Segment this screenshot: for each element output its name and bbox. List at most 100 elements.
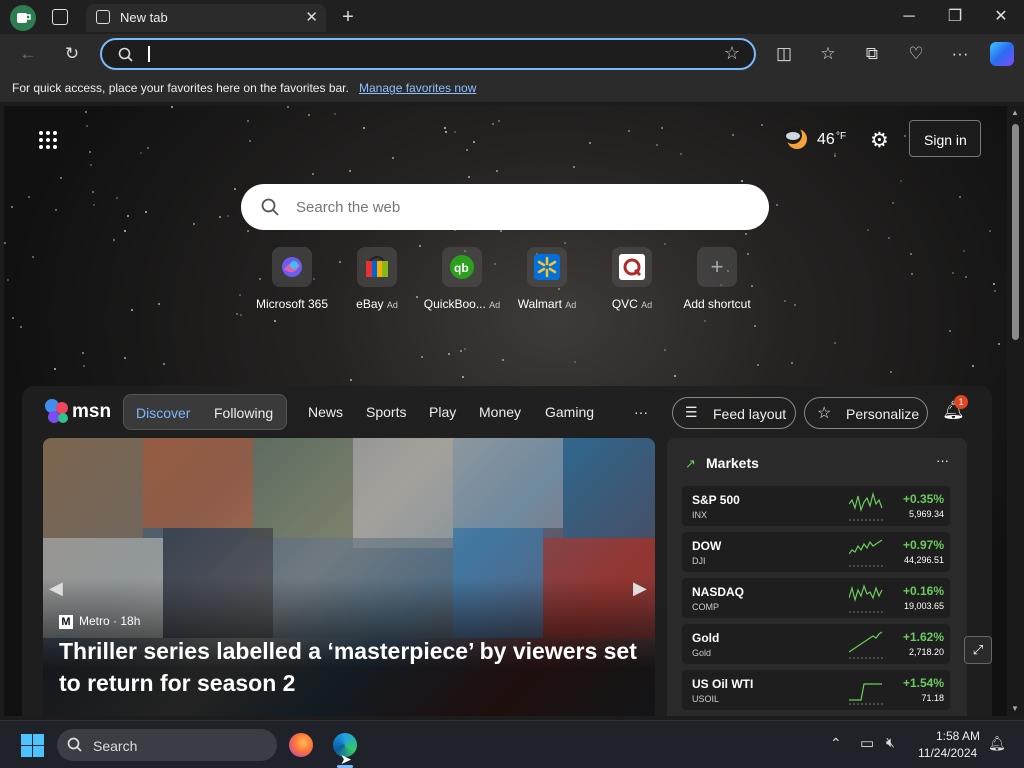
- restore-icon[interactable]: ❐: [940, 6, 970, 28]
- market-row[interactable]: Gold Gold +1.62% 2,718.20: [682, 624, 950, 664]
- back-icon[interactable]: ←: [16, 42, 40, 66]
- clock-date[interactable]: 11/24/2024: [918, 746, 977, 760]
- market-name: Gold: [692, 631, 720, 645]
- favorite-star-icon[interactable]: ☆: [724, 43, 740, 64]
- windows-start-icon[interactable]: [21, 734, 44, 757]
- nav-news[interactable]: News: [308, 404, 343, 420]
- expand-icon[interactable]: ⤢: [964, 636, 992, 664]
- ad-badge: Ad: [489, 300, 501, 310]
- feed-layout-button[interactable]: ☰ Feed layout: [672, 397, 796, 429]
- market-change: +1.62%: [902, 630, 944, 644]
- sign-in-label: Sign in: [924, 132, 967, 148]
- manage-favorites-link[interactable]: Manage favorites now: [359, 81, 476, 95]
- profile-icon[interactable]: [10, 5, 36, 31]
- markets-more-icon[interactable]: ···: [936, 453, 949, 468]
- settings-gear-icon[interactable]: ⚙: [870, 128, 889, 153]
- personalize-button[interactable]: ☆ Personalize: [804, 397, 928, 429]
- carousel-prev-icon[interactable]: ◀: [49, 578, 63, 599]
- more-icon[interactable]: ···: [948, 42, 972, 66]
- qvc-icon: [612, 247, 652, 287]
- favorites-icon[interactable]: ☆: [816, 42, 840, 66]
- network-icon[interactable]: ▭: [860, 734, 874, 752]
- tile-walmart[interactable]: Walmart Ad: [502, 247, 592, 311]
- browser-essentials-icon[interactable]: ♡: [904, 42, 928, 66]
- market-symbol: USOIL: [692, 694, 720, 704]
- article-source: Metro: [79, 614, 110, 628]
- firefox-icon[interactable]: [289, 733, 313, 757]
- feed-layout-label: Feed layout: [713, 406, 787, 422]
- tile-qvc[interactable]: QVC Ad: [587, 247, 677, 311]
- copilot-icon[interactable]: [990, 42, 1014, 66]
- tab-following[interactable]: Following: [214, 405, 273, 421]
- notifications-bell-icon[interactable]: 🔔︎ 1: [942, 395, 968, 421]
- market-symbol: DJI: [692, 556, 706, 566]
- weather-widget[interactable]: 46 °F: [784, 126, 854, 154]
- new-tab-page: 46 °F ⚙ Sign in Search the web Microsoft…: [4, 106, 1007, 716]
- market-row[interactable]: DOW DJI +0.97% 44,296.51: [682, 532, 950, 572]
- close-window-icon[interactable]: ✕: [986, 6, 1016, 28]
- market-change: +0.35%: [902, 492, 944, 506]
- markets-widget: ↗ Markets ··· S&P 500 INX +0.35% 5,969.34 DO…: [667, 438, 967, 716]
- scrollbar-thumb[interactable]: [1012, 124, 1019, 340]
- tile-add-shortcut[interactable]: + Add shortcut: [672, 247, 762, 311]
- taskbar-search[interactable]: Search: [57, 729, 277, 761]
- hero-article[interactable]: ◀ ▶ M Metro · 18h Thriller series labelle…: [43, 438, 655, 716]
- tab-actions-icon[interactable]: [52, 9, 68, 25]
- tile-microsoft-365[interactable]: Microsoft 365: [247, 247, 337, 311]
- ad-badge: Ad: [386, 300, 398, 310]
- personalize-label: Personalize: [846, 406, 920, 422]
- market-value: 44,296.51: [903, 555, 944, 565]
- tile-quickbooks[interactable]: qb QuickBoo... Ad: [417, 247, 507, 311]
- market-sparkline: [849, 683, 883, 705]
- carousel-next-icon[interactable]: ▶: [633, 578, 647, 599]
- msn-logo[interactable]: msn: [44, 398, 114, 426]
- tile-label: QVC: [611, 297, 638, 311]
- web-search-box[interactable]: Search the web: [241, 184, 769, 230]
- msn-feed: msn Discover Following News Sports Play …: [22, 386, 992, 716]
- market-name: S&P 500: [692, 493, 740, 507]
- address-bar[interactable]: ☆: [100, 38, 756, 70]
- ad-badge: Ad: [641, 300, 653, 310]
- market-change: +0.16%: [902, 584, 944, 598]
- nav-sports[interactable]: Sports: [366, 404, 406, 420]
- market-sparkline: [849, 539, 883, 567]
- market-row[interactable]: US Oil WTI USOIL +1.54% 71.18: [682, 670, 950, 710]
- market-row[interactable]: NASDAQ COMP +0.16% 19,003.65: [682, 578, 950, 618]
- nav-more[interactable]: ···: [634, 404, 648, 420]
- market-value: 19,003.65: [903, 601, 944, 611]
- close-tab-icon[interactable]: ✕: [305, 8, 318, 26]
- nav-gaming[interactable]: Gaming: [545, 404, 594, 420]
- market-name: DOW: [692, 539, 722, 553]
- notification-center-icon[interactable]: 🔔︎: [988, 735, 1006, 752]
- minimize-icon[interactable]: ─: [894, 6, 924, 28]
- moon-cloud-icon: [784, 126, 807, 149]
- article-title[interactable]: Thriller series labelled a ‘masterpiece’…: [59, 635, 639, 699]
- title-bar: New tab ✕ + ─ ❐ ✕: [0, 0, 1024, 34]
- tile-label: eBay: [356, 297, 384, 311]
- page-scrollbar[interactable]: ▲ ▼: [1007, 106, 1024, 716]
- refresh-icon[interactable]: ↻: [60, 42, 84, 66]
- clock-time[interactable]: 1:58 AM: [936, 729, 980, 743]
- notification-badge: 1: [954, 395, 968, 409]
- plus-icon: +: [697, 247, 737, 287]
- nav-money[interactable]: Money: [479, 404, 521, 420]
- sign-in-button[interactable]: Sign in: [909, 120, 981, 157]
- collections-icon[interactable]: ⧉: [860, 42, 884, 66]
- volume-muted-icon[interactable]: 🔇︎: [886, 734, 895, 751]
- nav-play[interactable]: Play: [429, 404, 456, 420]
- market-sparkline: [849, 491, 883, 521]
- new-tab-icon[interactable]: +: [333, 6, 363, 28]
- market-name: US Oil WTI: [692, 677, 754, 691]
- tab-discover[interactable]: Discover: [136, 405, 190, 421]
- split-screen-icon[interactable]: ◫: [772, 42, 796, 66]
- microsoft-365-icon: [272, 247, 312, 287]
- source-line: M Metro · 18h: [59, 614, 140, 629]
- show-hidden-icons-icon[interactable]: ⌃: [830, 735, 842, 752]
- apps-launcher-icon[interactable]: [38, 130, 58, 150]
- sparkle-star-icon: ☆: [817, 405, 832, 422]
- sliders-icon: ☰: [685, 404, 698, 420]
- tile-ebay[interactable]: eBay Ad: [332, 247, 422, 311]
- market-row[interactable]: S&P 500 INX +0.35% 5,969.34: [682, 486, 950, 526]
- address-input[interactable]: [148, 46, 150, 62]
- tab-new-tab[interactable]: New tab ✕: [86, 4, 326, 32]
